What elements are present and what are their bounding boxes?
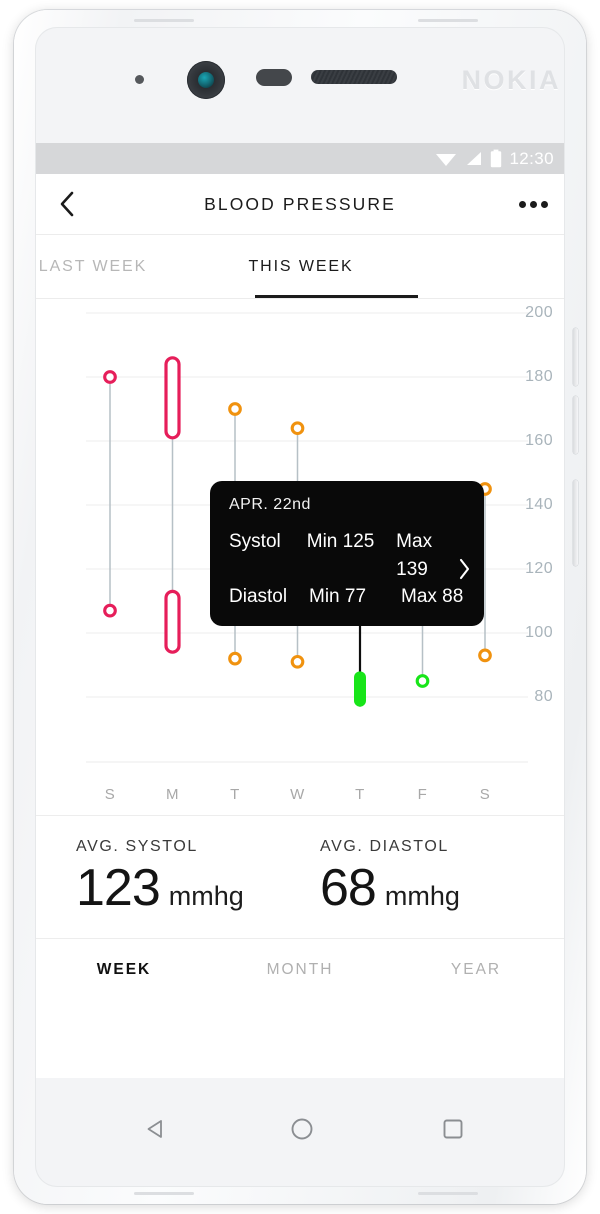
frame-seam	[418, 19, 478, 22]
chevron-right-icon[interactable]	[456, 556, 473, 582]
chart-diastolic-marker[interactable]	[354, 671, 366, 707]
y-axis-tick-label: 160	[525, 432, 553, 449]
nav-recents-button[interactable]	[438, 1114, 468, 1149]
y-axis-tick-label: 100	[525, 624, 553, 641]
x-axis-day-label: F	[417, 786, 428, 803]
volume-up-button[interactable]	[573, 328, 578, 386]
x-axis-day-label: S	[479, 786, 491, 803]
avg-diastol-label: AVG. DIASTOL	[320, 838, 449, 855]
tab-active-indicator	[255, 295, 418, 298]
averages-section: AVG. SYSTOL 123 mmhg AVG. DIASTOL 68 mmh…	[36, 815, 564, 938]
chart-systolic-marker[interactable]	[103, 370, 117, 384]
battery-icon	[491, 149, 502, 168]
chart-diastolic-marker[interactable]	[415, 674, 430, 688]
status-clock: 12:30	[509, 148, 554, 168]
more-options-button[interactable]	[502, 174, 564, 234]
frame-seam	[418, 1192, 478, 1195]
tooltip-diastol-max: Max 88	[401, 586, 464, 608]
tab-this-week[interactable]: THIS WEEK	[221, 235, 381, 298]
more-options-icon	[529, 200, 537, 208]
x-axis-day-label: T	[355, 786, 365, 803]
y-axis-tick-label: 80	[534, 688, 553, 705]
frame-seam	[134, 19, 194, 22]
tooltip-diastol-min: Min 77	[309, 586, 367, 608]
device-top-bezel: NOKIA	[56, 44, 586, 120]
avg-systol-label: AVG. SYSTOL	[76, 838, 198, 855]
chart-diastolic-marker[interactable]	[228, 651, 242, 666]
wifi-icon	[436, 154, 457, 166]
week-tab-bar: LAST WEEK THIS WEEK	[36, 235, 564, 299]
tooltip-date: APR. 22nd	[229, 496, 311, 513]
chart-diastolic-marker[interactable]	[103, 603, 117, 618]
brand-logo: NOKIA	[461, 65, 561, 95]
back-button[interactable]	[36, 174, 98, 234]
y-axis-tick-label: 180	[525, 368, 553, 385]
ir-sensor-icon	[256, 69, 292, 86]
chart-diastolic-marker[interactable]	[478, 648, 492, 663]
nav-home-button[interactable]	[287, 1114, 317, 1149]
avg-diastol-value: 68	[320, 859, 377, 917]
tooltip-row-systol: Systol Min 125 Max 139	[229, 528, 467, 583]
y-axis-tick-label: 200	[525, 304, 553, 321]
period-tab-year[interactable]: YEAR	[388, 961, 564, 979]
volume-down-button[interactable]	[573, 396, 578, 454]
period-tab-month[interactable]: MONTH	[212, 961, 388, 979]
status-bar: 12:30	[36, 143, 564, 174]
chart-systolic-marker[interactable]	[290, 421, 305, 436]
device-screen: 12:30 BLOOD PRESSURE LAST WEEK THIS WEEK…	[36, 143, 564, 1078]
avg-systol-block: AVG. SYSTOL 123 mmhg	[76, 838, 320, 938]
x-axis-day-label: W	[290, 786, 305, 803]
tooltip-row-diastol: Diastol Min 77 Max 88	[229, 583, 467, 611]
tooltip-diastol-label: Diastol	[229, 586, 288, 608]
x-axis-day-label: T	[230, 786, 240, 803]
page-title: BLOOD PRESSURE	[204, 193, 396, 214]
avg-diastol-block: AVG. DIASTOL 68 mmhg	[320, 838, 564, 938]
signal-icon	[467, 152, 482, 165]
nav-back-button[interactable]	[141, 1114, 171, 1149]
x-axis-day-label: M	[166, 786, 179, 803]
front-camera-icon	[187, 61, 225, 99]
chevron-left-icon	[60, 191, 74, 217]
tooltip-systol-label: Systol	[229, 531, 281, 552]
earpiece-speaker-icon	[311, 70, 397, 84]
y-axis-tick-label: 140	[525, 496, 553, 513]
more-options-icon	[518, 200, 526, 208]
chart-systolic-marker[interactable]	[228, 402, 242, 416]
more-options-icon	[540, 200, 548, 208]
chart-systolic-marker[interactable]	[164, 356, 181, 440]
power-button[interactable]	[573, 480, 578, 566]
avg-diastol-unit: mmhg	[384, 881, 460, 911]
proximity-sensor-icon	[135, 75, 144, 84]
tab-last-week[interactable]: LAST WEEK	[36, 235, 188, 298]
chart-diastolic-marker[interactable]	[290, 654, 305, 669]
android-navigation-bar	[56, 1088, 586, 1170]
chart-diastolic-marker[interactable]	[164, 589, 181, 654]
app-bar: BLOOD PRESSURE	[36, 174, 564, 235]
avg-systol-value: 123	[76, 859, 161, 917]
circle-icon	[291, 1118, 313, 1140]
y-axis-tick-label: 120	[525, 560, 553, 577]
tooltip-systol-min: Min 125	[306, 531, 375, 552]
reading-tooltip[interactable]: APR. 22nd Systol Min 125 Max 139 Diastol…	[210, 481, 484, 626]
square-icon	[443, 1119, 463, 1139]
blood-pressure-chart: 200 180 160 140 120 100 80 S M T W T F S APR. 22nd S…	[36, 299, 564, 815]
tooltip-readings: Systol Min 125 Max 139 Diastol Min 77 Ma…	[229, 528, 470, 611]
period-tab-bar: WEEK MONTH YEAR	[36, 938, 564, 1000]
frame-seam	[134, 1192, 194, 1195]
triangle-left-icon	[147, 1120, 162, 1138]
avg-systol-unit: mmhg	[168, 881, 244, 911]
period-tab-week[interactable]: WEEK	[36, 961, 212, 979]
x-axis-day-label: S	[104, 786, 116, 803]
